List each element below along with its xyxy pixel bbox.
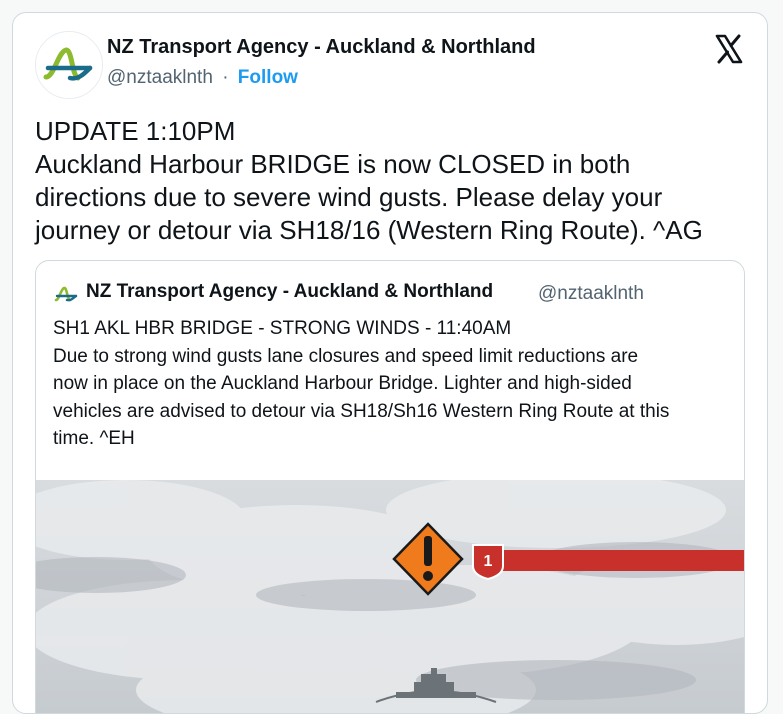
- author-avatar[interactable]: [35, 31, 103, 99]
- route-bar: [488, 550, 744, 571]
- author-meta: @nztaaklnth · Follow: [107, 67, 298, 89]
- quoted-author-name[interactable]: NZ Transport Agency - Auckland & Northla…: [86, 281, 493, 303]
- nzta-logo-icon: [36, 32, 102, 98]
- route-shield-label: 1: [484, 553, 493, 570]
- quoted-avatar[interactable]: [53, 281, 79, 307]
- quoted-media-image[interactable]: 1: [36, 480, 744, 713]
- quoted-line: now in place on the Auckland Harbour Bri…: [53, 373, 632, 394]
- author-name[interactable]: NZ Transport Agency - Auckland & Northla…: [107, 36, 536, 59]
- quoted-text: SH1 AKL HBR BRIDGE - STRONG WINDS - 11:4…: [53, 315, 733, 453]
- separator-dot: ·: [222, 67, 229, 88]
- x-logo-icon[interactable]: [713, 33, 745, 65]
- tweet-line: Auckland Harbour BRIDGE is now CLOSED in…: [35, 149, 631, 179]
- tweet-line: directions due to severe wind gusts. Ple…: [35, 182, 663, 212]
- quoted-line: SH1 AKL HBR BRIDGE - STRONG WINDS - 11:4…: [53, 318, 512, 339]
- quoted-tweet[interactable]: NZ Transport Agency - Auckland & Northla…: [35, 260, 745, 713]
- tweet-text: UPDATE 1:10PM Auckland Harbour BRIDGE is…: [35, 115, 750, 247]
- quoted-line: vehicles are advised to detour via SH18/…: [53, 400, 670, 422]
- quoted-author-handle[interactable]: @nztaaklnth: [538, 283, 644, 305]
- quoted-line: time. ^EH: [53, 428, 135, 449]
- tweet-card: NZ Transport Agency - Auckland & Northla…: [12, 12, 768, 714]
- route-shield-icon: 1: [472, 544, 504, 581]
- follow-button[interactable]: Follow: [238, 67, 298, 88]
- tweet-line: UPDATE 1:10PM: [35, 116, 236, 146]
- quoted-line: Due to strong wind gusts lane closures a…: [53, 345, 639, 367]
- author-handle[interactable]: @nztaaklnth: [107, 67, 213, 88]
- tweet-line: journey or detour via SH18/16 (Western R…: [35, 215, 703, 245]
- nzta-logo-icon: [54, 286, 78, 302]
